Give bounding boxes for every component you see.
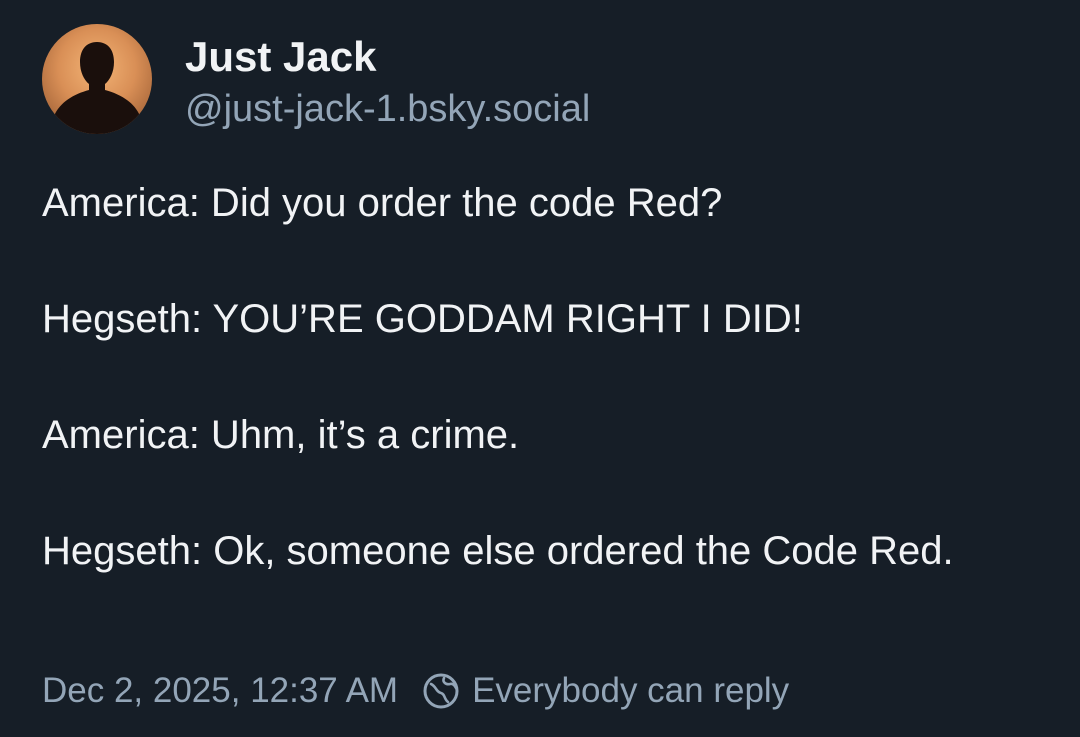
post-paragraph: Hegseth: YOU’RE GODDAM RIGHT I DID! bbox=[42, 297, 803, 341]
post-meta: Dec 2, 2025, 12:37 AM Everybody can repl… bbox=[42, 668, 789, 714]
globe-icon bbox=[422, 672, 460, 710]
post-text: America: Did you order the code Red? Heg… bbox=[42, 174, 1042, 580]
post-paragraph: America: Did you order the code Red? bbox=[42, 181, 723, 225]
post-card: Just Jack @just-jack-1.bsky.social Ameri… bbox=[0, 0, 1080, 737]
avatar[interactable] bbox=[42, 24, 152, 134]
post-paragraph: America: Uhm, it’s a crime. bbox=[42, 413, 520, 457]
author-handle[interactable]: @just-jack-1.bsky.social bbox=[185, 86, 590, 132]
user-silhouette-icon bbox=[52, 42, 142, 134]
author-display-name[interactable]: Just Jack bbox=[185, 32, 376, 82]
post-timestamp[interactable]: Dec 2, 2025, 12:37 AM bbox=[42, 671, 398, 711]
post-paragraph: Hegseth: Ok, someone else ordered the Co… bbox=[42, 529, 954, 573]
reply-setting[interactable]: Everybody can reply bbox=[472, 671, 789, 711]
